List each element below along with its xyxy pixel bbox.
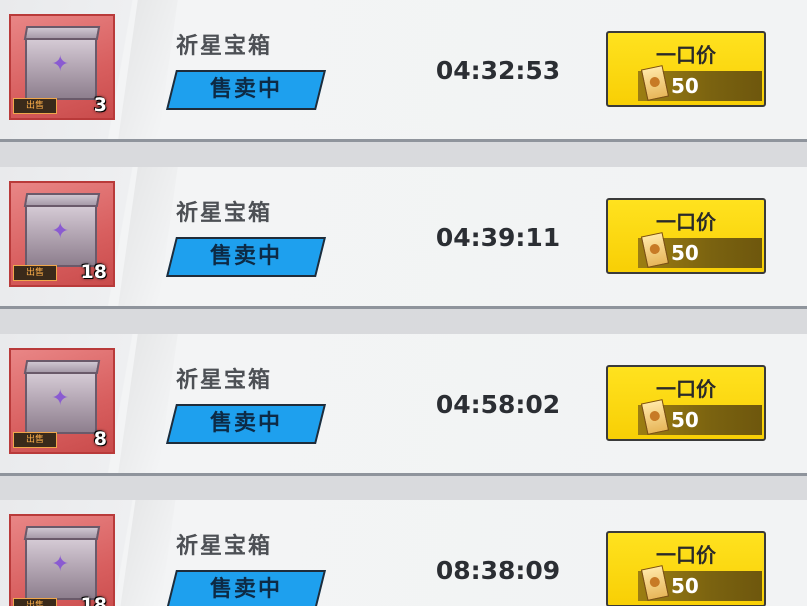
listing-row[interactable]: ✦ 出售 18 祈星宝箱 售卖中 04:39:11 一口价 50 [0, 167, 807, 309]
chest-icon: ✦ [25, 34, 97, 100]
buyout-button[interactable]: 一口价 50 [606, 365, 766, 441]
item-slot[interactable]: ✦ 出售 8 [9, 348, 115, 454]
price-value: 50 [671, 408, 699, 432]
item-count: 18 [80, 594, 107, 606]
buyout-button[interactable]: 一口价 50 [606, 198, 766, 274]
countdown-timer: 04:58:02 [435, 390, 561, 419]
buyout-label: 一口价 [656, 377, 716, 401]
item-count: 18 [80, 261, 107, 283]
chest-icon: ✦ [25, 201, 97, 267]
listing-row[interactable]: ✦ 出售 3 祈星宝箱 售卖中 04:32:53 一口价 50 [0, 0, 807, 142]
item-count: 3 [93, 94, 107, 116]
chest-icon: ✦ [25, 368, 97, 434]
item-tag-badge: 出售 [13, 598, 57, 606]
price-value: 50 [671, 74, 699, 98]
item-tag-badge: 出售 [13, 98, 57, 114]
item-name: 祈星宝箱 [176, 534, 273, 559]
status-badge: 售卖中 [166, 570, 326, 606]
item-name: 祈星宝箱 [176, 201, 273, 226]
listing-row[interactable]: ✦ 出售 8 祈星宝箱 售卖中 04:58:02 一口价 50 [0, 334, 807, 476]
status-label: 售卖中 [209, 244, 282, 269]
status-badge: 售卖中 [166, 70, 326, 110]
item-slot[interactable]: ✦ 出售 18 [9, 181, 115, 287]
status-badge: 售卖中 [166, 237, 326, 277]
buyout-label: 一口价 [656, 543, 716, 567]
buyout-button[interactable]: 一口价 50 [606, 531, 766, 606]
item-slot[interactable]: ✦ 出售 18 [9, 514, 115, 606]
item-slot[interactable]: ✦ 出售 3 [9, 14, 115, 120]
status-label: 售卖中 [209, 77, 282, 102]
item-tag-badge: 出售 [13, 265, 57, 281]
countdown-timer: 04:39:11 [435, 223, 561, 252]
chest-icon: ✦ [25, 534, 97, 600]
status-label: 售卖中 [209, 411, 282, 436]
price-value: 50 [671, 574, 699, 598]
market-listing-list: ✦ 出售 3 祈星宝箱 售卖中 04:32:53 一口价 50 ✦ 出售 18 … [0, 0, 807, 606]
buyout-label: 一口价 [656, 43, 716, 67]
item-name: 祈星宝箱 [176, 34, 273, 59]
item-name: 祈星宝箱 [176, 368, 273, 393]
item-tag-badge: 出售 [13, 432, 57, 448]
buyout-label: 一口价 [656, 210, 716, 234]
status-label: 售卖中 [209, 577, 282, 602]
buyout-button[interactable]: 一口价 50 [606, 31, 766, 107]
item-count: 8 [93, 428, 107, 450]
countdown-timer: 04:32:53 [435, 56, 561, 85]
status-badge: 售卖中 [166, 404, 326, 444]
price-value: 50 [671, 241, 699, 265]
listing-row[interactable]: ✦ 出售 18 祈星宝箱 售卖中 08:38:09 一口价 50 [0, 500, 807, 606]
countdown-timer: 08:38:09 [435, 556, 561, 585]
